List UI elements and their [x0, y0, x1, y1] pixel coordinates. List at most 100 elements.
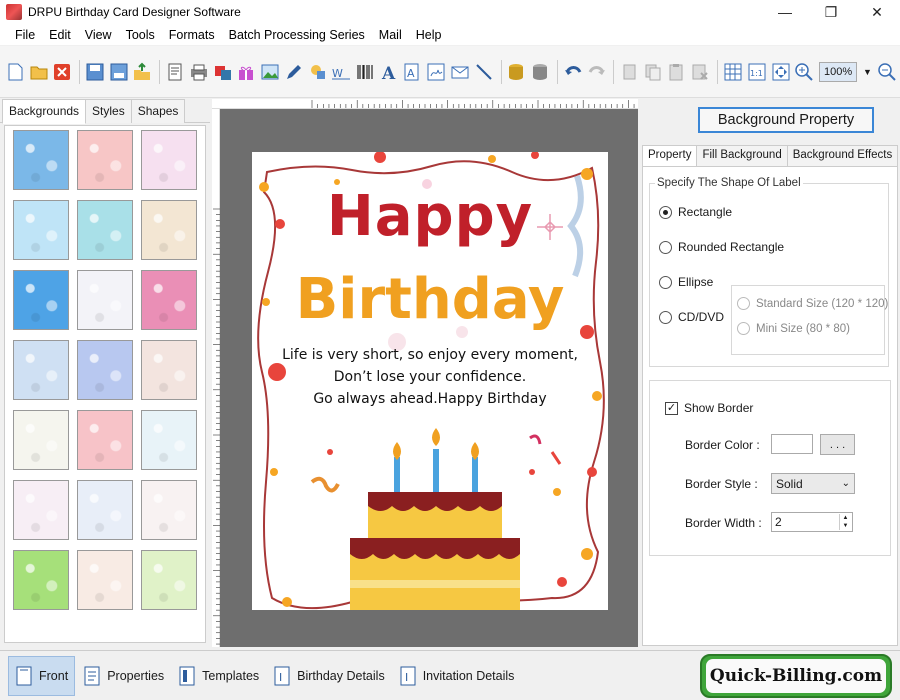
radio-button-icon[interactable]	[659, 205, 672, 219]
stepper-arrows-icon[interactable]: ▲ ▼	[839, 514, 851, 530]
tab-styles[interactable]: Styles	[85, 99, 132, 123]
background-thumbnail-green-stripes[interactable]	[13, 550, 69, 610]
properties-button[interactable]: Properties	[77, 656, 170, 696]
shapes-icon[interactable]	[307, 60, 329, 83]
tab-backgrounds[interactable]: Backgrounds	[2, 99, 87, 124]
tab-shapes[interactable]: Shapes	[130, 99, 186, 123]
zoom-dropdown-chevron-icon[interactable]: ▼	[863, 67, 872, 77]
background-thumbnail-bubbles[interactable]	[13, 340, 69, 400]
background-thumbnail-rainbow-blur[interactable]	[77, 340, 133, 400]
card-title-birthday[interactable]: Birthday	[252, 267, 608, 332]
menu-view[interactable]: View	[78, 28, 119, 42]
background-thumbnail-stars-blue[interactable]	[13, 270, 69, 330]
menu-formats[interactable]: Formats	[162, 28, 222, 42]
pen-icon[interactable]	[283, 60, 305, 83]
background-thumbnail-happy-birthday-text[interactable]	[13, 410, 69, 470]
zoom-level-input[interactable]: 100%	[819, 61, 858, 82]
quick-billing-logo[interactable]: Quick-Billing.com	[700, 654, 892, 698]
checkbox-checked-icon[interactable]: ✓	[665, 401, 678, 415]
zoom-in-icon[interactable]	[793, 60, 815, 83]
background-thumbnail-red-hearts[interactable]	[141, 480, 197, 540]
menu-mail[interactable]: Mail	[372, 28, 409, 42]
border-color-swatch[interactable]	[771, 434, 813, 454]
barcode-icon[interactable]	[354, 60, 376, 83]
templates-button[interactable]: Templates	[172, 656, 265, 696]
print-preview-icon[interactable]	[164, 60, 186, 83]
actual-size-icon[interactable]: 1:1	[746, 60, 768, 83]
redo-icon[interactable]	[586, 60, 608, 83]
background-thumbnail-pink-roses[interactable]	[77, 130, 133, 190]
background-thumbnail-sky-clouds[interactable]	[13, 130, 69, 190]
background-thumbnail-cakes-pink[interactable]	[77, 550, 133, 610]
birthday-details-button[interactable]: I Birthday Details	[267, 656, 391, 696]
save-as-icon[interactable]	[108, 60, 130, 83]
copy-icon[interactable]	[642, 60, 664, 83]
border-width-stepper[interactable]: 2 ▲ ▼	[771, 512, 853, 532]
background-thumbnail-butterflies[interactable]	[141, 130, 197, 190]
minimize-button[interactable]: —	[762, 0, 808, 24]
tab-fill-background[interactable]: Fill Background	[696, 145, 788, 167]
radio-cd-dvd[interactable]: CD/DVD	[659, 310, 724, 324]
invitation-details-button[interactable]: I Invitation Details	[393, 656, 521, 696]
radio-button-icon[interactable]	[659, 240, 672, 254]
watermark-icon[interactable]: W	[330, 60, 352, 83]
radio-rectangle[interactable]: Rectangle	[659, 205, 732, 219]
show-border-checkbox[interactable]: ✓ Show Border	[665, 401, 753, 415]
tab-property[interactable]: Property	[642, 145, 698, 167]
export-icon[interactable]	[132, 60, 154, 83]
background-thumbnail-daisies[interactable]	[13, 200, 69, 260]
copy-format-icon[interactable]	[212, 60, 234, 83]
radio-rounded-rectangle[interactable]: Rounded Rectangle	[659, 240, 784, 254]
open-folder-icon[interactable]	[28, 60, 50, 83]
background-thumbnail-hearts-pastel[interactable]	[13, 480, 69, 540]
background-thumbnail-party-balloons[interactable]	[141, 410, 197, 470]
radio-button-icon[interactable]	[659, 310, 672, 324]
card-title-happy[interactable]: Happy	[252, 184, 608, 249]
paste-icon[interactable]	[666, 60, 688, 83]
front-button[interactable]: Front	[8, 655, 76, 696]
card-message-line[interactable]: Go always ahead.Happy Birthday	[252, 391, 608, 407]
gift-icon[interactable]	[235, 60, 257, 83]
background-property-button[interactable]: Background Property	[698, 107, 874, 133]
design-workspace[interactable]: Happy Birthday Life is very short, so en…	[220, 109, 638, 647]
tab-background-effects[interactable]: Background Effects	[786, 145, 899, 167]
background-thumbnail-flowers-meadow[interactable]	[141, 550, 197, 610]
background-thumbnail-teddy-bear[interactable]	[141, 340, 197, 400]
border-color-browse-button[interactable]: . . .	[820, 434, 855, 455]
undo-icon[interactable]	[562, 60, 584, 83]
delete-icon[interactable]	[690, 60, 712, 83]
menu-batch-processing[interactable]: Batch Processing Series	[222, 28, 372, 42]
zoom-out-icon[interactable]	[876, 60, 898, 83]
radio-button-icon[interactable]	[659, 275, 672, 289]
background-thumbnail-pink-gifts[interactable]	[141, 270, 197, 330]
maximize-button[interactable]: ❐	[808, 0, 854, 24]
menu-edit[interactable]: Edit	[42, 28, 78, 42]
text-icon[interactable]: A	[378, 60, 400, 83]
new-file-icon[interactable]	[4, 60, 26, 83]
grid-icon[interactable]	[722, 60, 744, 83]
card-message-line[interactable]: Life is very short, so enjoy every momen…	[252, 347, 608, 363]
radio-ellipse[interactable]: Ellipse	[659, 275, 713, 289]
birthday-card[interactable]: Happy Birthday Life is very short, so en…	[252, 152, 608, 610]
menu-tools[interactable]: Tools	[119, 28, 162, 42]
database-gray-icon[interactable]	[529, 60, 551, 83]
card-message-line[interactable]: Don’t lose your confidence.	[252, 369, 608, 385]
background-thumbnail-balloons-pastel[interactable]	[77, 270, 133, 330]
close-file-icon[interactable]	[51, 60, 73, 83]
database-icon[interactable]	[506, 60, 528, 83]
line-icon[interactable]	[473, 60, 495, 83]
menu-help[interactable]: Help	[409, 28, 449, 42]
signature-icon[interactable]	[425, 60, 447, 83]
fit-window-icon[interactable]	[770, 60, 792, 83]
save-icon[interactable]	[84, 60, 106, 83]
border-style-select[interactable]: Solid ⌄	[771, 473, 855, 494]
email-icon[interactable]	[449, 60, 471, 83]
word-art-icon[interactable]: A	[402, 60, 424, 83]
menu-file[interactable]: File	[8, 28, 42, 42]
close-button[interactable]: ✕	[854, 0, 900, 24]
background-thumbnail-pink-ribbons[interactable]	[77, 410, 133, 470]
background-thumbnail-balloon-bunches[interactable]	[77, 480, 133, 540]
background-thumbnail-cartoon-animals[interactable]	[77, 200, 133, 260]
background-thumbnail-balloons-bird[interactable]	[141, 200, 197, 260]
print-icon[interactable]	[188, 60, 210, 83]
